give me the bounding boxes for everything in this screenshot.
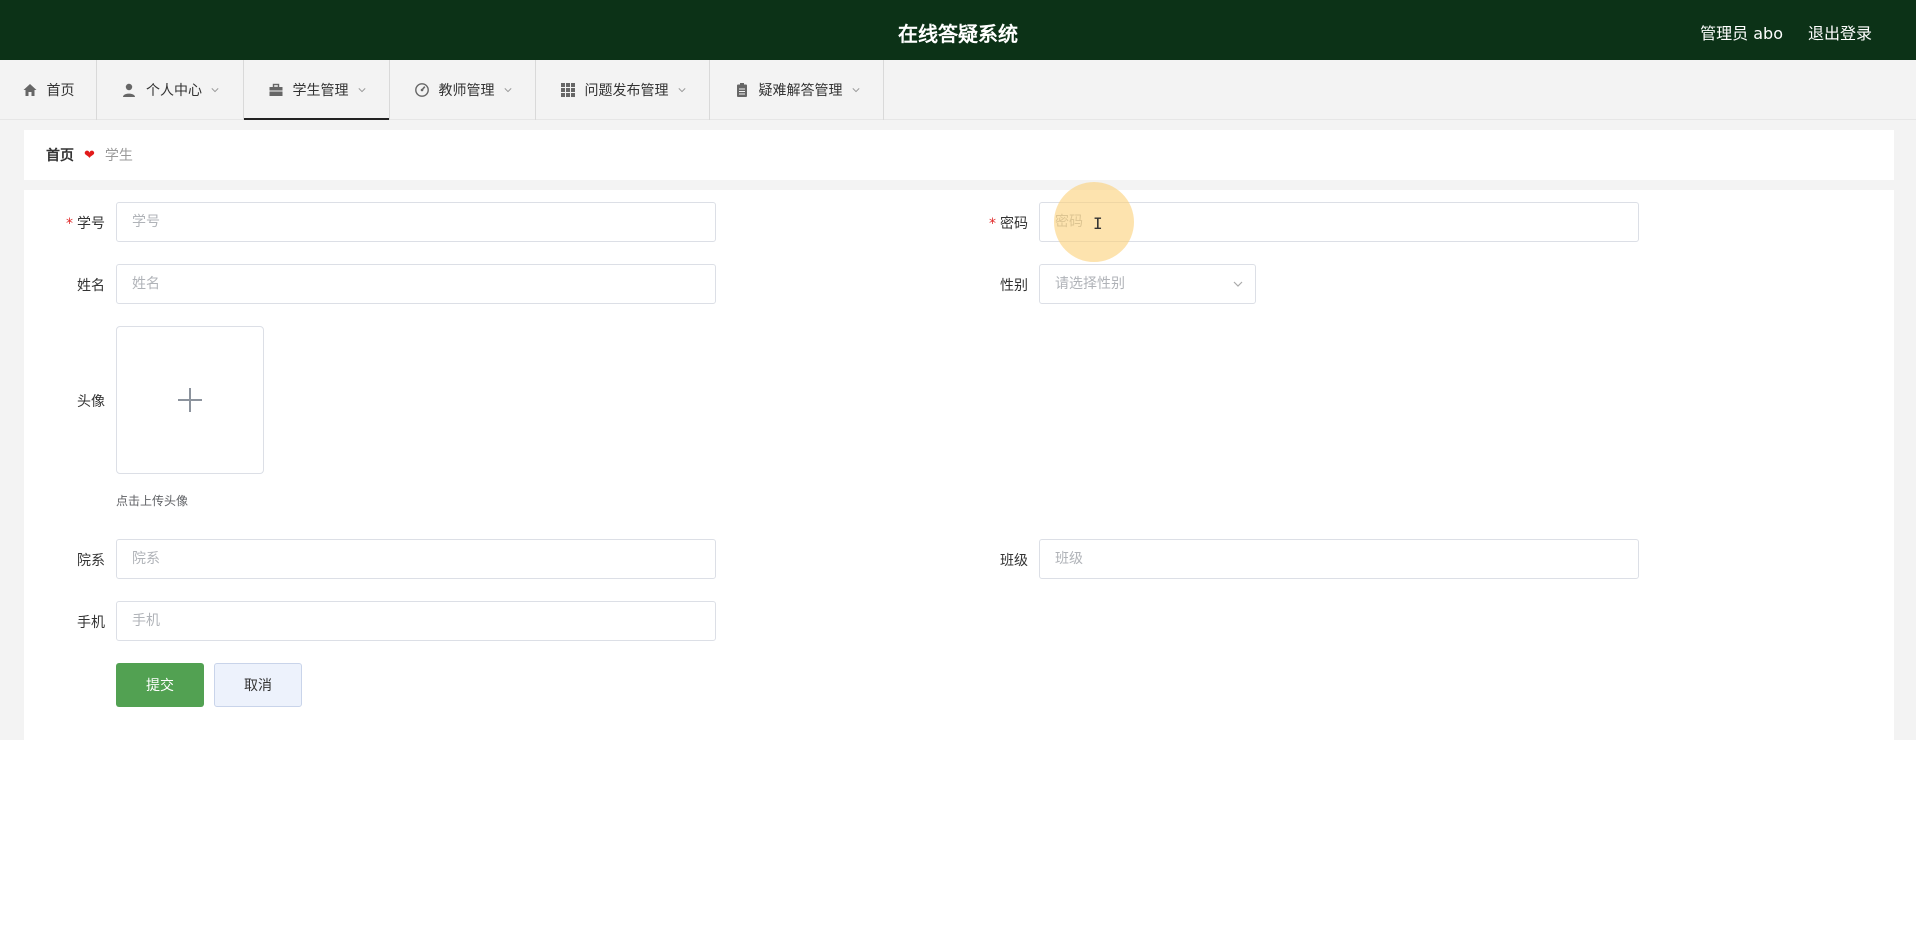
chevron-down-icon: [503, 88, 512, 93]
user-icon: [123, 83, 135, 97]
nav-item-answer-management[interactable]: 疑难解答管理: [710, 60, 884, 120]
main-nav: 首页 个人中心 学生管理 教师管理 问题发布管理 疑难解答管理: [0, 60, 1916, 120]
class-input[interactable]: [1039, 539, 1639, 579]
breadcrumb: 首页 ❤ 学生: [24, 130, 1894, 180]
avatar-uploader[interactable]: [116, 326, 264, 474]
name-label: 姓名: [77, 278, 105, 294]
gender-select-value: 请选择性别: [1055, 276, 1125, 292]
student-id-label: * 学号: [66, 216, 105, 232]
nav-label: 疑难解答管理: [758, 83, 843, 99]
nav-item-question-publish[interactable]: 问题发布管理: [536, 60, 710, 120]
nav-item-personal-center[interactable]: 个人中心: [97, 60, 244, 120]
nav-label: 首页: [46, 83, 75, 99]
nav-item-home[interactable]: 首页: [0, 60, 97, 120]
department-input[interactable]: [116, 539, 716, 579]
password-label: * 密码: [989, 216, 1028, 232]
submit-button[interactable]: 提交: [116, 663, 204, 707]
nav-label: 问题发布管理: [584, 83, 669, 99]
phone-input[interactable]: [116, 601, 716, 641]
cancel-button[interactable]: 取消: [214, 663, 302, 707]
department-label: 院系: [77, 553, 105, 569]
nav-label: 教师管理: [438, 83, 495, 99]
phone-label: 手机: [77, 615, 105, 631]
breadcrumb-current: 学生: [104, 148, 133, 164]
password-input[interactable]: [1039, 202, 1639, 242]
student-id-input[interactable]: [116, 202, 716, 242]
nav-item-teacher-management[interactable]: 教师管理: [390, 60, 536, 120]
chevron-down-icon: [211, 88, 219, 93]
briefcase-icon: [269, 83, 282, 96]
top-header: 在线答疑系统 管理员 abo 退出登录: [0, 0, 1916, 60]
gauge-icon: [414, 83, 429, 97]
heart-icon: ❤: [84, 147, 95, 163]
chevron-down-icon: [1233, 281, 1243, 287]
gender-select[interactable]: 请选择性别: [1039, 264, 1256, 304]
class-label: 班级: [1000, 553, 1028, 569]
plus-icon: [178, 388, 202, 412]
nav-label: 学生管理: [292, 83, 349, 99]
name-input[interactable]: [116, 264, 716, 304]
home-icon: [23, 84, 36, 96]
current-user: 管理员 abo: [1700, 24, 1783, 43]
app-title: 在线答疑系统: [898, 22, 1018, 46]
gender-label: 性别: [1000, 278, 1028, 294]
clipboard-icon: [736, 83, 747, 97]
grid-icon: [560, 83, 575, 97]
chevron-down-icon: [677, 88, 686, 93]
chevron-down-icon: [357, 88, 366, 93]
chevron-down-icon: [851, 88, 860, 93]
nav-label: 个人中心: [146, 83, 202, 99]
avatar-label: 头像: [77, 394, 105, 410]
nav-item-student-management[interactable]: 学生管理: [244, 60, 390, 120]
breadcrumb-home[interactable]: 首页: [46, 145, 74, 165]
logout-link[interactable]: 退出登录: [1808, 20, 1872, 44]
avatar-upload-tip: 点击上传头像: [116, 494, 189, 508]
